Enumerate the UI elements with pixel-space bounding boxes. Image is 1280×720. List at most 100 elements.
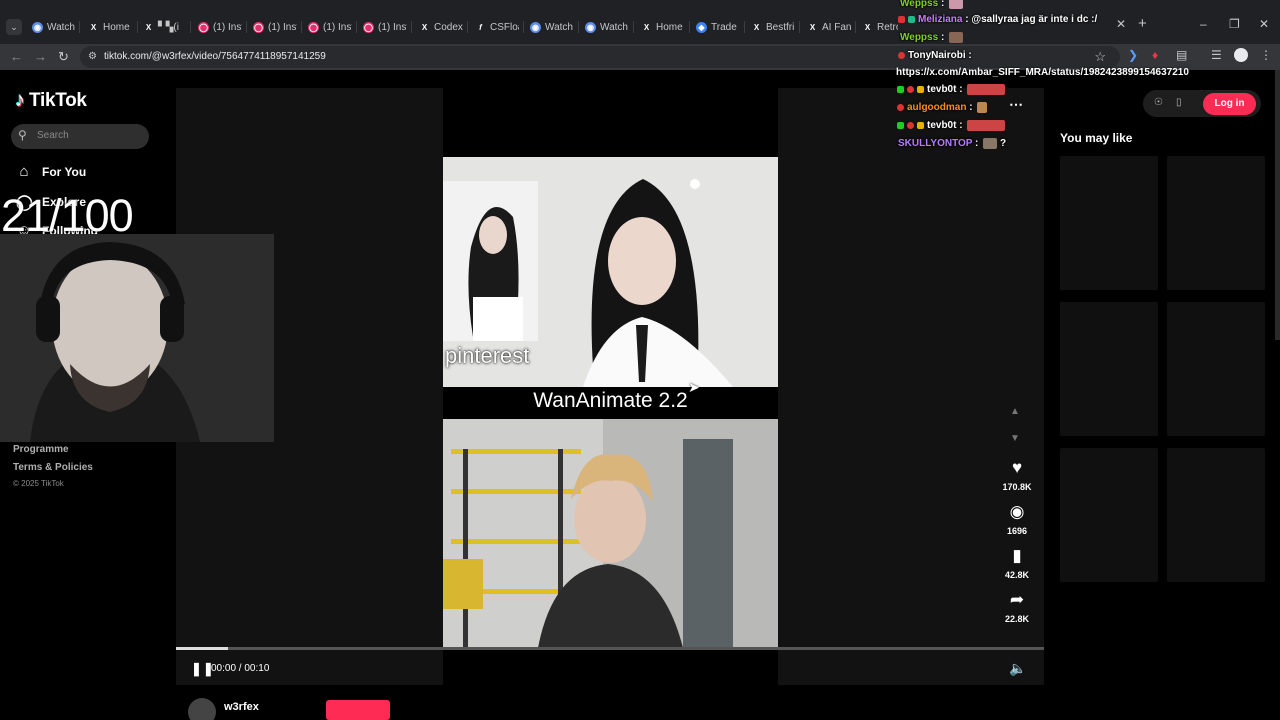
video-author[interactable]: w3rfex bbox=[188, 698, 259, 720]
webcam-scene-image bbox=[443, 419, 778, 648]
recommendation-tile[interactable] bbox=[1167, 302, 1265, 436]
tab-7[interactable]: X Codex bbox=[419, 18, 463, 36]
coin-icon[interactable]: ☉ bbox=[1154, 97, 1163, 108]
reload-icon[interactable]: ↻ bbox=[58, 49, 69, 65]
chat-emote bbox=[983, 138, 998, 149]
chat-message: Weppss : bbox=[900, 0, 964, 9]
tab-14[interactable]: X AI Fan bbox=[807, 18, 851, 36]
media-icon[interactable]: ☰ bbox=[1211, 48, 1222, 62]
tab-0[interactable]: ◉ Watch bbox=[32, 18, 76, 36]
page-scrollbar[interactable] bbox=[1275, 70, 1280, 340]
login-button[interactable]: Log in bbox=[1203, 93, 1256, 115]
comment-count: 1696 bbox=[1006, 526, 1028, 536]
brand-name: TikTok bbox=[29, 89, 87, 111]
tab-divider bbox=[744, 21, 745, 33]
instagram-icon: ◯ bbox=[308, 21, 319, 33]
tab-label: AI Fan bbox=[822, 21, 851, 33]
more-options-icon[interactable]: ⋯ bbox=[1009, 96, 1023, 113]
recommendation-tile[interactable] bbox=[1060, 448, 1158, 582]
badge-icon bbox=[897, 104, 904, 111]
tab-12[interactable]: ◆ Trade bbox=[696, 18, 740, 36]
share-button[interactable]: ➦ 22.8K bbox=[997, 590, 1037, 624]
tab-8[interactable]: f CSFloa bbox=[475, 18, 519, 36]
heart-icon: ♥ bbox=[1011, 458, 1023, 477]
restore-icon[interactable]: ❐ bbox=[1229, 17, 1240, 31]
tab-9[interactable]: ◉ Watch bbox=[530, 18, 574, 36]
extension-icon[interactable]: ❯ bbox=[1128, 48, 1138, 62]
video-bottom-panel bbox=[443, 419, 778, 648]
tab-search-icon[interactable]: ⌄ bbox=[6, 19, 22, 35]
screen: ⌄ ◉ Watch X Home X ▘▚(i ◯ (1) Inst ◯ (1)… bbox=[0, 0, 1280, 720]
tab-divider bbox=[578, 21, 579, 33]
previous-video-icon[interactable]: ▲ bbox=[1010, 406, 1020, 417]
tab-4[interactable]: ◯ (1) Inst bbox=[253, 18, 297, 36]
extensions-puzzle-icon[interactable]: ▤ bbox=[1176, 48, 1187, 62]
comment-button[interactable]: ◉ 1696 bbox=[997, 502, 1037, 536]
tab-1[interactable]: X Home bbox=[88, 18, 134, 36]
trade-icon: ◆ bbox=[696, 21, 707, 33]
video-progress-bar[interactable] bbox=[176, 647, 1044, 650]
footer-link-terms[interactable]: Terms & Policies bbox=[13, 462, 93, 473]
volume-icon[interactable]: 🔈 bbox=[1009, 660, 1026, 677]
twitch-icon: ◉ bbox=[530, 21, 541, 33]
tab-6[interactable]: ◯ (1) Inst bbox=[363, 18, 407, 36]
recommendation-tile[interactable] bbox=[1167, 448, 1265, 582]
tab-label: Home bbox=[656, 21, 683, 33]
twitch-icon: ◉ bbox=[585, 21, 596, 33]
tab-3[interactable]: ◯ (1) Inst bbox=[198, 18, 242, 36]
footer-link-programme[interactable]: Programme bbox=[13, 444, 69, 455]
window-close-icon[interactable]: ✕ bbox=[1259, 17, 1269, 31]
chat-username: tevb0t bbox=[927, 120, 957, 132]
recommendation-tile[interactable] bbox=[1167, 156, 1265, 290]
next-video-icon[interactable]: ▼ bbox=[1010, 433, 1020, 444]
tab-label: Trade bbox=[711, 21, 737, 33]
sidebar-item-for-you[interactable]: ⌂ For You bbox=[16, 163, 86, 180]
tab-label: Watch bbox=[545, 21, 573, 33]
back-icon[interactable]: ← bbox=[10, 49, 23, 64]
tab-13[interactable]: X Bestfri bbox=[751, 18, 795, 36]
chat-emote bbox=[967, 120, 1006, 131]
tiktok-logo[interactable]: ♪ TikTok bbox=[15, 89, 87, 112]
new-tab-icon[interactable]: + bbox=[1138, 15, 1147, 32]
bookmark-star-icon[interactable]: ☆ bbox=[1094, 49, 1106, 65]
chat-emote bbox=[949, 32, 964, 43]
browser-menu-icon[interactable]: ⋮ bbox=[1260, 48, 1272, 62]
tiktok-note-icon: ♪ bbox=[15, 89, 25, 111]
chat-username: SKULLYONTOP bbox=[898, 138, 973, 150]
follow-button[interactable] bbox=[326, 700, 390, 720]
chat-text: @sallyraa jag är inte i dc :/ bbox=[971, 14, 1098, 25]
tab-close-icon[interactable]: ✕ bbox=[1116, 17, 1126, 31]
badge-icon bbox=[917, 122, 924, 129]
profile-avatar[interactable] bbox=[1234, 48, 1248, 62]
tab-15[interactable]: X Retro bbox=[862, 18, 898, 36]
chat-message: SKULLYONTOP : ? bbox=[898, 138, 1007, 150]
tab-divider bbox=[855, 21, 856, 33]
tab-5[interactable]: ◯ (1) Inst bbox=[308, 18, 352, 36]
chat-link[interactable]: https://x.com/Ambar_SIFF_MRA/status/1982… bbox=[896, 67, 1189, 78]
tab-2[interactable]: X ▘▚(i bbox=[143, 18, 185, 36]
badge-icon bbox=[917, 86, 924, 93]
author-name[interactable]: w3rfex bbox=[224, 701, 259, 713]
like-button[interactable]: ♥ 170.8K bbox=[997, 458, 1037, 492]
forward-icon[interactable]: → bbox=[34, 49, 47, 64]
tab-label: (1) Inst bbox=[268, 21, 297, 33]
phone-icon[interactable]: ▯ bbox=[1176, 97, 1182, 108]
extension-icon[interactable]: ♦ bbox=[1152, 48, 1158, 62]
search-placeholder: Search bbox=[37, 130, 69, 141]
search-input[interactable]: ⚲ Search bbox=[11, 124, 149, 149]
site-info-icon[interactable]: ⚙ bbox=[88, 51, 100, 63]
mouse-cursor-icon: ➤ bbox=[688, 379, 700, 395]
save-button[interactable]: ▮ 42.8K bbox=[997, 546, 1037, 580]
tab-11[interactable]: X Home bbox=[641, 18, 685, 36]
author-avatar[interactable] bbox=[188, 698, 216, 720]
recommendation-tile[interactable] bbox=[1060, 302, 1158, 436]
tab-label: Watch bbox=[47, 21, 75, 33]
minimize-icon[interactable]: – bbox=[1200, 17, 1207, 31]
tab-divider bbox=[523, 21, 524, 33]
tab-label: (1) Inst bbox=[378, 21, 407, 33]
chat-username: aulgoodman bbox=[907, 102, 967, 114]
tab-label: CSFloa bbox=[490, 21, 519, 33]
recommendation-tile[interactable] bbox=[1060, 156, 1158, 290]
tab-10[interactable]: ◉ Watch bbox=[585, 18, 629, 36]
video-time: 00:00 / 00:10 bbox=[211, 663, 270, 674]
